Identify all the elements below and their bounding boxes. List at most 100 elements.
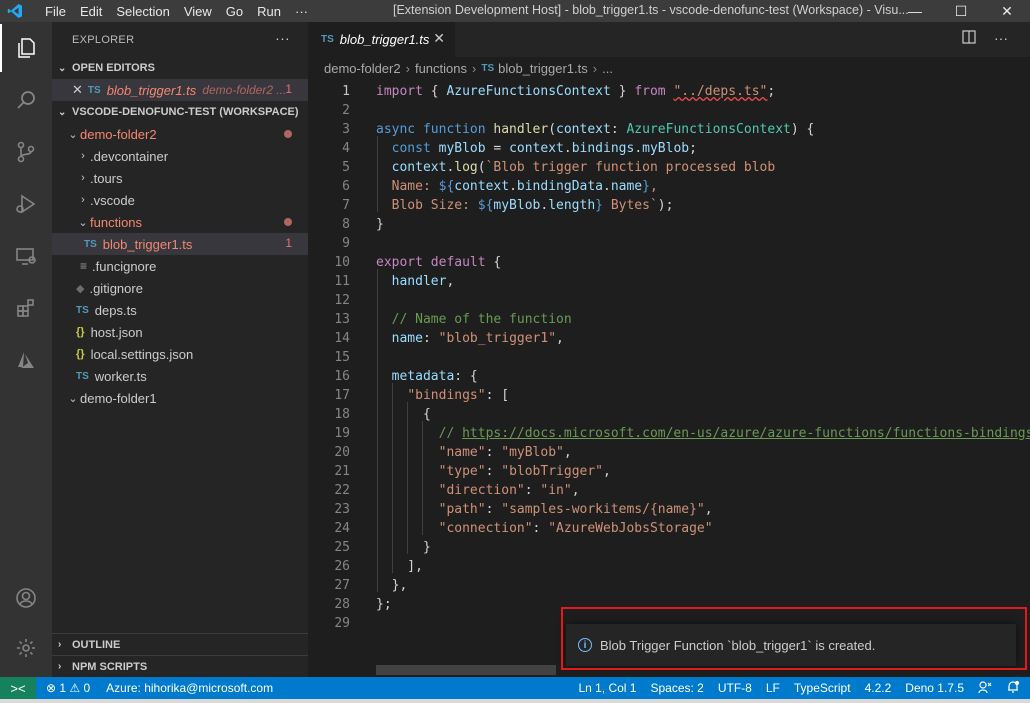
- status-bar: >< ⊗ 1 ⚠ 0 Azure: hihorika@microsoft.com…: [0, 677, 1030, 699]
- tree-item-vscode[interactable]: › .vscode: [52, 189, 308, 211]
- menu-file[interactable]: File: [38, 4, 73, 19]
- feedback-icon[interactable]: [978, 680, 992, 697]
- extensions-icon[interactable]: [0, 284, 52, 332]
- open-editors-label: OPEN EDITORS: [72, 62, 155, 74]
- encoding[interactable]: UTF-8: [718, 681, 752, 695]
- explorer-more-button[interactable]: ···: [275, 30, 290, 46]
- azure-account[interactable]: Azure: hihorika@microsoft.com: [106, 681, 273, 695]
- explorer-sidebar: EXPLORER ··· ⌄ OPEN EDITORS ✕ TS blob_tr…: [52, 22, 308, 677]
- menu-selection[interactable]: Selection: [109, 4, 176, 19]
- workspace-label: VSCODE-DENOFUNC-TEST (WORKSPACE): [72, 106, 299, 118]
- open-editors-section[interactable]: ⌄ OPEN EDITORS: [52, 57, 308, 79]
- tab-blob-trigger[interactable]: TS blob_trigger1.ts ✕: [308, 22, 455, 57]
- tree-item-local-settings[interactable]: {} local.settings.json: [52, 343, 308, 365]
- line-number: 7: [342, 198, 350, 213]
- breadcrumb-subfolder[interactable]: functions: [415, 61, 467, 76]
- close-window-button[interactable]: ✕: [984, 0, 1030, 22]
- folder-name: demo-folder1: [80, 390, 157, 406]
- gear-icon[interactable]: [0, 624, 52, 672]
- source-control-icon[interactable]: [0, 128, 52, 176]
- open-editor-item[interactable]: ✕ TS blob_trigger1.ts demo-folder2 ... 1: [52, 79, 308, 101]
- json-file-icon: {}: [76, 326, 85, 338]
- problems-indicator[interactable]: ⊗ 1 ⚠ 0: [46, 681, 90, 695]
- tree-item-devcontainer[interactable]: › .devcontainer: [52, 145, 308, 167]
- code-editor[interactable]: 1 import { AzureFunctionsContext } from "…: [308, 79, 1030, 677]
- tree-item-funcignore[interactable]: ≡ .funcignore: [52, 255, 308, 277]
- tab-label: blob_trigger1.ts: [339, 32, 430, 47]
- explorer-title: EXPLORER: [72, 33, 135, 46]
- title-bar: File Edit Selection View Go Run ··· [Ext…: [0, 0, 1030, 22]
- azure-icon[interactable]: [0, 336, 52, 384]
- remote-explorer-icon[interactable]: [0, 232, 52, 280]
- line-number: 21: [334, 464, 350, 479]
- horizontal-scrollbar[interactable]: [376, 665, 556, 675]
- typescript-version[interactable]: 4.2.2: [865, 681, 892, 695]
- code-line: 29: [308, 614, 350, 633]
- tree-item-blob-trigger[interactable]: TS blob_trigger1.ts 1: [52, 233, 308, 255]
- code-line: 9: [308, 234, 350, 253]
- remote-button[interactable]: ><: [0, 677, 36, 699]
- outline-section[interactable]: › OUTLINE: [52, 633, 308, 655]
- line-number: 14: [334, 331, 350, 346]
- folder-name: .vscode: [90, 192, 135, 208]
- indentation[interactable]: Spaces: 2: [650, 681, 703, 695]
- close-editor-icon[interactable]: ✕: [72, 82, 83, 98]
- menu-run[interactable]: Run: [250, 4, 288, 19]
- menu-edit[interactable]: Edit: [73, 4, 109, 19]
- tree-item-host[interactable]: {} host.json: [52, 321, 308, 343]
- run-debug-icon[interactable]: [0, 180, 52, 228]
- cursor-position[interactable]: Ln 1, Col 1: [578, 681, 636, 695]
- file-lines-icon: ≡: [80, 259, 88, 273]
- open-editor-name: blob_trigger1.ts: [106, 82, 197, 98]
- chevron-right-icon: ›: [58, 639, 62, 650]
- maximize-button[interactable]: ☐: [938, 0, 984, 22]
- tree-item-functions[interactable]: ⌄ functions: [52, 211, 308, 233]
- code-line: 20 "name": "myBlob",: [308, 443, 571, 462]
- code-line: 18 {: [308, 405, 430, 424]
- error-count-badge: 1: [285, 236, 292, 250]
- split-editor-icon[interactable]: [962, 30, 976, 47]
- language-mode[interactable]: TypeScript: [794, 681, 851, 695]
- tree-item-gitignore[interactable]: ◆ .gitignore: [52, 277, 308, 299]
- code-line: 12: [308, 291, 350, 310]
- code-line: 19 // https://docs.microsoft.com/en-us/a…: [308, 424, 1030, 443]
- minimize-button[interactable]: —: [892, 0, 938, 22]
- menu-go[interactable]: Go: [219, 4, 250, 19]
- code-line: 4 const myBlob = context.bindings.myBlob…: [308, 139, 697, 158]
- code-line: 8}: [308, 215, 384, 234]
- window-controls: — ☐ ✕: [892, 0, 1030, 22]
- typescript-file-icon: TS: [84, 238, 97, 250]
- line-number: 16: [334, 369, 350, 384]
- window-title: [Extension Development Host] - blob_trig…: [393, 3, 909, 17]
- breadcrumb-folder[interactable]: demo-folder2: [324, 61, 401, 76]
- tree-item-deps[interactable]: TS deps.ts: [52, 299, 308, 321]
- menu-more[interactable]: ···: [288, 4, 315, 19]
- tree-item-worker[interactable]: TS worker.ts: [52, 365, 308, 387]
- breadcrumb-symbol[interactable]: ...: [602, 61, 613, 76]
- line-number: 9: [342, 236, 350, 251]
- folder-name: .tours: [90, 170, 123, 186]
- line-number: 1: [342, 84, 350, 99]
- deno-version[interactable]: Deno 1.7.5: [905, 681, 964, 695]
- code-line: 27 },: [308, 576, 407, 595]
- code-line: 2: [308, 101, 350, 120]
- tree-item-demo-folder1[interactable]: ⌄ demo-folder1: [52, 387, 308, 409]
- workspace-section[interactable]: ⌄ VSCODE-DENOFUNC-TEST (WORKSPACE): [52, 101, 308, 123]
- npm-scripts-section[interactable]: › NPM SCRIPTS: [52, 655, 308, 677]
- end-of-line[interactable]: LF: [766, 681, 780, 695]
- menu-view[interactable]: View: [177, 4, 219, 19]
- bell-icon[interactable]: [1006, 680, 1020, 697]
- line-number: 3: [342, 122, 350, 137]
- breadcrumb-file[interactable]: blob_trigger1.ts: [498, 61, 588, 76]
- tree-item-demo-folder2[interactable]: ⌄ demo-folder2: [52, 123, 308, 145]
- line-number: 27: [334, 578, 350, 593]
- explorer-icon[interactable]: [0, 24, 52, 72]
- search-icon[interactable]: [0, 76, 52, 124]
- activity-bar: [0, 22, 52, 677]
- tree-item-tours[interactable]: › .tours: [52, 167, 308, 189]
- more-actions-icon[interactable]: ···: [994, 30, 1008, 47]
- accounts-icon[interactable]: [0, 574, 52, 622]
- typescript-file-icon: TS: [321, 34, 334, 45]
- line-number: 19: [334, 426, 350, 441]
- close-tab-icon[interactable]: ✕: [433, 30, 445, 47]
